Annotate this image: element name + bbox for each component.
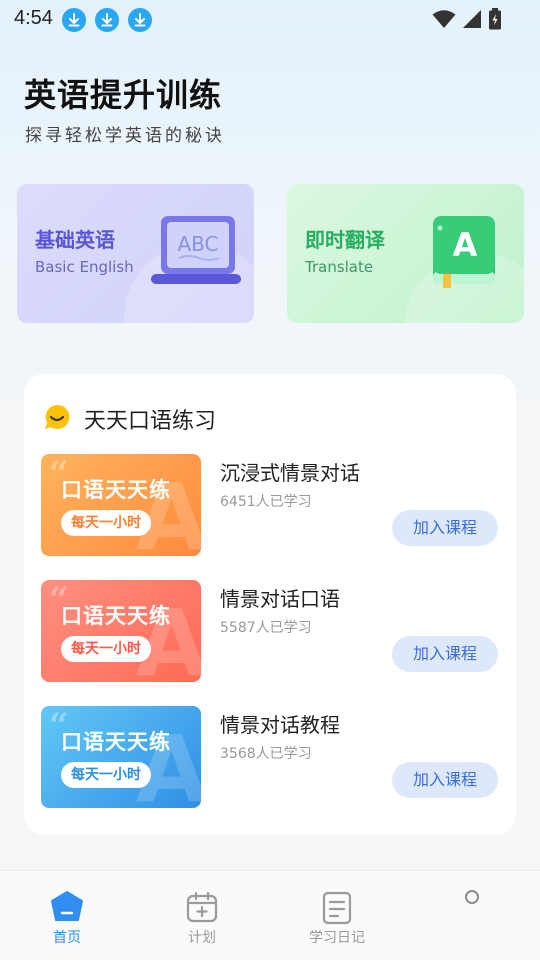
laptop-abc-icon: ABC — [149, 214, 243, 298]
battery-icon — [488, 8, 502, 30]
status-time: 4:54 — [14, 7, 53, 29]
join-course-button[interactable]: 加入课程 — [392, 636, 498, 672]
bottom-nav: 首页 计划 学习日记 — [0, 870, 540, 960]
status-bar: 4:54 — [0, 0, 540, 38]
thumb-title: 口语天天练 — [61, 730, 171, 754]
home-icon — [51, 891, 83, 925]
thumb-title: 口语天天练 — [61, 604, 171, 628]
circle-icon — [464, 889, 480, 909]
download-icon — [128, 8, 152, 32]
smile-chat-icon — [43, 403, 71, 435]
thumb-tag: 每天一小时 — [61, 762, 151, 788]
course-name: 情景对话教程 — [220, 713, 340, 737]
download-icon — [95, 8, 119, 32]
panel-title: 天天口语练习 — [84, 409, 217, 434]
course-thumbnail: “ A 口语天天练 每天一小时 — [41, 706, 201, 808]
nav-label: 学习日记 — [309, 930, 365, 946]
translate-card[interactable]: 即时翻译 Translate A — [287, 184, 524, 323]
speaking-practice-panel: 天天口语练习 “ A 口语天天练 每天一小时 沉浸式情景对话 6451人已学习 … — [24, 374, 516, 835]
course-name: 情景对话口语 — [220, 587, 340, 611]
course-item[interactable]: “ A 口语天天练 每天一小时 情景对话口语 5587人已学习 加入课程 — [24, 580, 516, 684]
join-course-button[interactable]: 加入课程 — [392, 510, 498, 546]
svg-text:ABC: ABC — [177, 232, 218, 256]
card-title: 即时翻译 — [305, 228, 385, 252]
course-thumbnail: “ A 口语天天练 每天一小时 — [41, 454, 201, 556]
learner-count: 6451人已学习 — [220, 494, 312, 510]
page-subtitle: 探寻轻松学英语的秘诀 — [25, 126, 225, 146]
course-item[interactable]: “ A 口语天天练 每天一小时 情景对话教程 3568人已学习 加入课程 — [24, 706, 516, 810]
card-title: 基础英语 — [35, 228, 115, 252]
signal-icon — [462, 9, 482, 29]
nav-item-plan[interactable]: 计划 — [137, 871, 267, 960]
svg-text:A: A — [453, 226, 478, 264]
card-subtitle: Translate — [305, 258, 374, 276]
thumb-tag: 每天一小时 — [61, 510, 151, 536]
download-icon — [62, 8, 86, 32]
join-course-button[interactable]: 加入课程 — [392, 762, 498, 798]
thumb-tag: 每天一小时 — [61, 636, 151, 662]
basic-english-card[interactable]: 基础英语 Basic English ABC — [17, 184, 254, 323]
course-item[interactable]: “ A 口语天天练 每天一小时 沉浸式情景对话 6451人已学习 加入课程 — [24, 454, 516, 558]
nav-item-home[interactable]: 首页 — [2, 871, 132, 960]
nav-item-profile[interactable] — [407, 871, 537, 960]
calendar-plus-icon — [186, 891, 218, 927]
course-thumbnail: “ A 口语天天练 每天一小时 — [41, 580, 201, 682]
card-subtitle: Basic English — [35, 258, 134, 276]
learner-count: 5587人已学习 — [220, 620, 312, 636]
notebook-icon — [322, 891, 352, 929]
nav-item-diary[interactable]: 学习日记 — [272, 871, 402, 960]
nav-label: 首页 — [53, 930, 81, 946]
course-name: 沉浸式情景对话 — [220, 461, 360, 485]
nav-label: 计划 — [188, 930, 216, 946]
thumb-title: 口语天天练 — [61, 478, 171, 502]
page-title: 英语提升训练 — [24, 76, 223, 114]
book-a-icon: A — [427, 212, 501, 296]
learner-count: 3568人已学习 — [220, 746, 312, 762]
wifi-icon — [432, 9, 456, 29]
